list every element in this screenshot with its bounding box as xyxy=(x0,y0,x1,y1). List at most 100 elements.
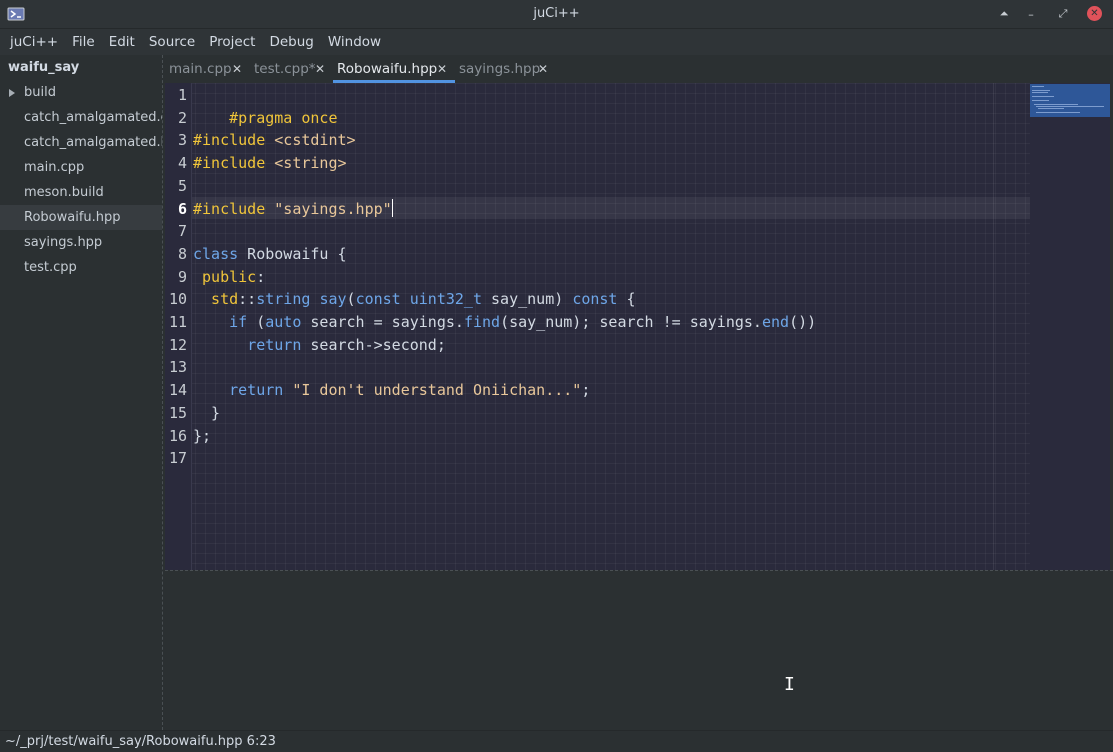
code-token: return xyxy=(247,335,302,354)
tree-item-meson-build[interactable]: meson.build xyxy=(0,180,162,205)
code-token: public xyxy=(193,267,257,286)
tree-item-robowaifu-hpp[interactable]: Robowaifu.hpp xyxy=(0,205,162,230)
expand-arrow-icon[interactable] xyxy=(9,89,15,97)
code-token: end xyxy=(761,313,790,331)
code-token: search = sayings. xyxy=(301,313,464,331)
code-line-1: #pragma once xyxy=(193,84,337,127)
code-token: say xyxy=(319,290,347,309)
line-number-current: 6 xyxy=(177,199,187,218)
text-cursor xyxy=(391,198,393,217)
line-number: 4 xyxy=(177,154,187,173)
menu-bar: juCi++ File Edit Source Project Debug Wi… xyxy=(0,29,1113,55)
close-tab-icon[interactable]: ✕ xyxy=(315,55,325,83)
minimap[interactable] xyxy=(1030,83,1110,570)
tree-item-label: meson.build xyxy=(24,185,104,200)
code-token: if xyxy=(229,313,248,331)
code-token: : xyxy=(256,267,266,286)
tab-bar: main.cpp ✕ test.cpp* ✕ Robowaifu.hpp ✕ s… xyxy=(165,55,1113,83)
close-window-icon[interactable]: ✕ xyxy=(1087,6,1102,21)
line-number: 10 xyxy=(168,290,187,309)
minimap-line xyxy=(1032,86,1044,87)
line-number: 14 xyxy=(168,381,187,400)
menu-jucipp[interactable]: juCi++ xyxy=(3,29,65,55)
tree-item-catch-amalgamated-hpp[interactable]: catch_amalgamated.hpp xyxy=(0,130,162,155)
code-line-10: std::string say(const uint32_t say_num) … xyxy=(193,288,636,311)
text-select-pointer-icon: I xyxy=(784,674,795,695)
menu-file[interactable]: File xyxy=(65,29,102,55)
code-token: #include xyxy=(193,131,275,150)
tab-test-cpp[interactable]: test.cpp* ✕ xyxy=(254,55,329,83)
tab-main-cpp[interactable]: main.cpp ✕ xyxy=(169,55,247,83)
code-token: #include xyxy=(193,154,275,173)
menu-edit[interactable]: Edit xyxy=(102,29,142,55)
code-token: :: xyxy=(238,290,257,309)
close-tab-icon[interactable]: ✕ xyxy=(538,55,548,83)
code-token: "sayings.hpp" xyxy=(274,199,392,218)
code-token: string xyxy=(256,290,311,309)
line-number: 7 xyxy=(177,222,187,241)
menu-project[interactable]: Project xyxy=(202,29,262,55)
project-name[interactable]: waifu_say xyxy=(8,60,79,75)
tab-robowaifu-hpp[interactable]: Robowaifu.hpp ✕ xyxy=(333,55,455,83)
project-tree: waifu_say build catch_amalgamated.cpp ca… xyxy=(0,55,163,730)
code-token: return xyxy=(229,381,284,400)
tab-label: main.cpp xyxy=(169,61,232,77)
tab-label: Robowaifu.hpp xyxy=(337,61,438,77)
code-token: uint32_t xyxy=(409,290,482,309)
code-line-4: #include <string> xyxy=(193,152,347,175)
tab-sayings-hpp[interactable]: sayings.hpp ✕ xyxy=(459,55,554,83)
tree-item-build[interactable]: build xyxy=(0,80,162,105)
tree-item-catch-amalgamated-cpp[interactable]: catch_amalgamated.cpp xyxy=(0,105,162,130)
code-line-8: class Robowaifu { xyxy=(193,243,347,266)
line-number: 2 xyxy=(177,108,187,127)
minimap-line xyxy=(1036,106,1104,107)
code-token: ; xyxy=(581,381,591,400)
code-token: #pragma once xyxy=(229,108,338,127)
code-token: { xyxy=(617,290,636,309)
menu-window[interactable]: Window xyxy=(321,29,388,55)
minimap-line xyxy=(1036,112,1080,113)
code-line-9: public: xyxy=(193,266,265,289)
code-line-3: #include <cstdint> xyxy=(193,129,356,152)
keep-above-icon[interactable]: ⏶ xyxy=(996,6,1012,22)
minimap-line xyxy=(1034,104,1078,105)
tree-item-test-cpp[interactable]: test.cpp xyxy=(0,255,162,280)
line-number: 15 xyxy=(168,403,187,422)
code-token: search->second; xyxy=(301,335,446,354)
menu-debug[interactable]: Debug xyxy=(262,29,320,55)
terminal-pane[interactable] xyxy=(165,570,1113,730)
code-token: "I don't understand Oniichan..." xyxy=(292,381,582,400)
line-number: 5 xyxy=(177,176,187,195)
close-tab-icon[interactable]: ✕ xyxy=(232,55,242,83)
tree-item-label: sayings.hpp xyxy=(24,235,103,250)
minimap-line xyxy=(1032,96,1054,97)
code-token: auto xyxy=(265,313,302,331)
line-number: 16 xyxy=(168,426,187,445)
minimize-icon[interactable]: – xyxy=(1023,6,1039,22)
code-line-16: }; xyxy=(193,425,211,448)
code-token: ( xyxy=(346,290,356,309)
tree-item-sayings-hpp[interactable]: sayings.hpp xyxy=(0,230,162,255)
tab-label: sayings.hpp xyxy=(459,61,541,77)
code-token: const xyxy=(355,290,401,309)
tab-label: test.cpp* xyxy=(254,61,316,77)
minimap-line xyxy=(1038,108,1064,109)
tree-item-label: Robowaifu.hpp xyxy=(24,210,121,225)
line-number: 1 xyxy=(177,86,187,104)
minimap-line xyxy=(1032,90,1050,91)
tree-item-label: build xyxy=(24,85,56,100)
status-bar: ~/_prj/test/waifu_say/Robowaifu.hpp 6:23 xyxy=(0,730,1113,752)
menu-source[interactable]: Source xyxy=(142,29,202,55)
line-number: 13 xyxy=(168,358,187,377)
line-number: 11 xyxy=(168,313,187,331)
close-tab-icon[interactable]: ✕ xyxy=(437,55,447,83)
tree-item-label: catch_amalgamated.hpp xyxy=(24,135,162,150)
maximize-icon[interactable]: ⤢ xyxy=(1055,6,1071,22)
code-token: ( xyxy=(247,313,266,331)
tree-item-main-cpp[interactable]: main.cpp xyxy=(0,155,162,180)
code-editor[interactable]: 1 2 3 4 5 6 7 8 9 10 11 12 13 14 15 16 1… xyxy=(165,83,1110,570)
